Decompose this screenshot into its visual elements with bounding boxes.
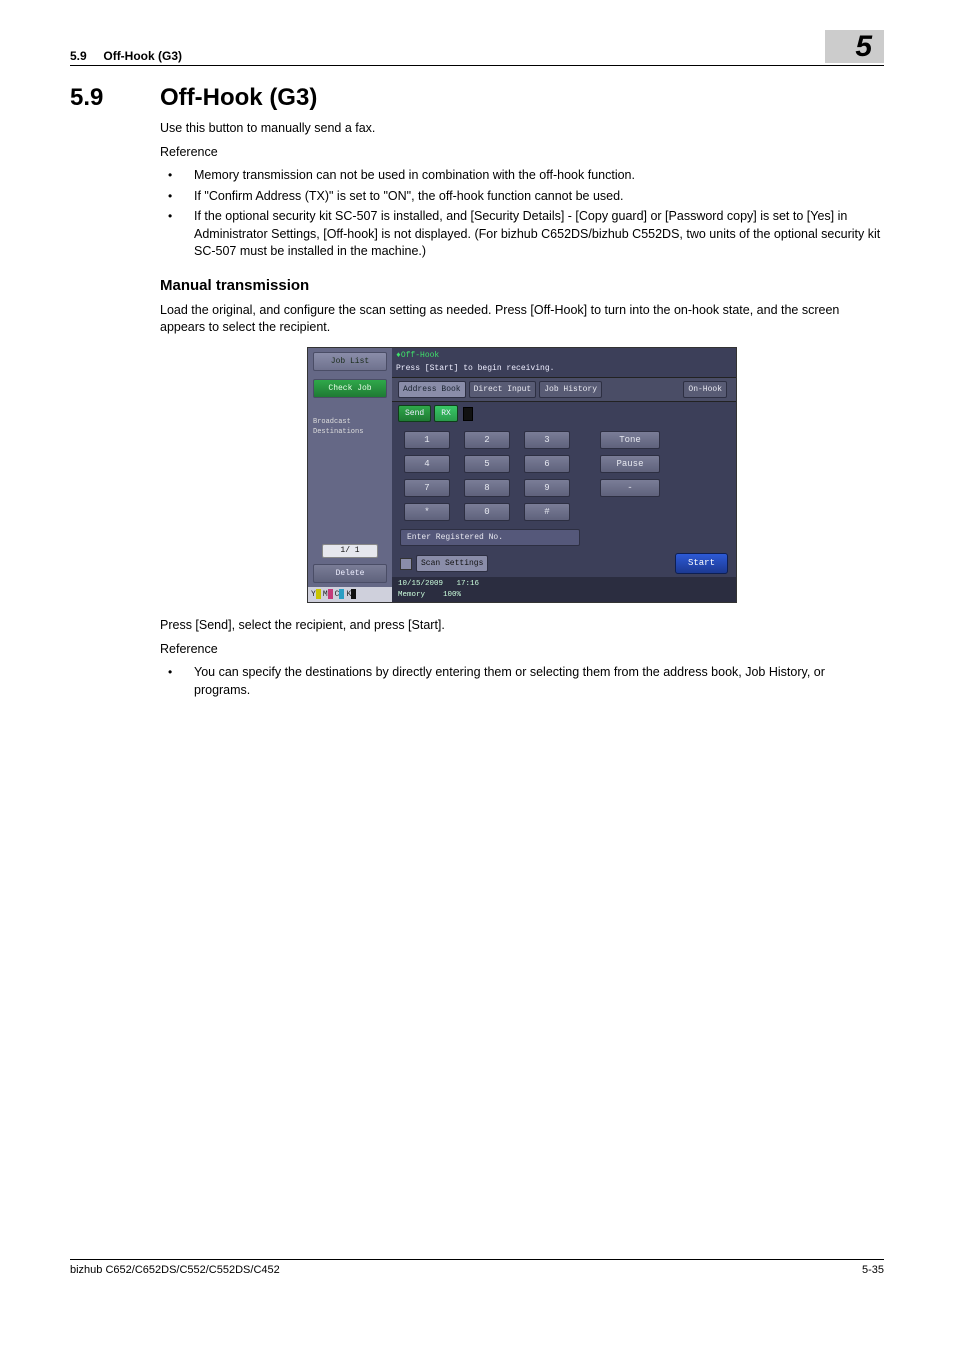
keypad-3[interactable]: 3: [524, 431, 570, 449]
keypad-4[interactable]: 4: [404, 455, 450, 473]
subheading-manual-transmission: Manual transmission: [160, 275, 884, 296]
reference-label-2: Reference: [160, 641, 884, 659]
rx-button[interactable]: RX: [434, 405, 458, 422]
scan-settings-icon: [400, 558, 412, 570]
section-heading: 5.9 Off-Hook (G3): [70, 84, 884, 112]
send-button[interactable]: Send: [398, 405, 431, 422]
ref1-item: If the optional security kit SC-507 is i…: [160, 208, 884, 261]
keypad: 1 2 3 4 5 6 7 8 9 * 0 # Tone: [392, 425, 736, 525]
keypad-9[interactable]: 9: [524, 479, 570, 497]
supply-levels: Y M C K: [308, 587, 392, 602]
ref1-item: Memory transmission can not be used in c…: [160, 167, 884, 185]
heading-title: Off-Hook (G3): [160, 84, 317, 112]
tone-button[interactable]: Tone: [600, 431, 660, 449]
check-job-button[interactable]: Check Job: [313, 379, 387, 398]
intro-text: Use this button to manually send a fax.: [160, 120, 884, 138]
keypad-star[interactable]: *: [404, 503, 450, 521]
keypad-5[interactable]: 5: [464, 455, 510, 473]
body-content: Use this button to manually send a fax. …: [160, 120, 884, 699]
keypad-8[interactable]: 8: [464, 479, 510, 497]
footer-right: 5-35: [862, 1264, 884, 1276]
keypad-hash[interactable]: #: [524, 503, 570, 521]
ref2-item: You can specify the destinations by dire…: [160, 664, 884, 699]
footer-left: bizhub C652/C652DS/C552/C552DS/C452: [70, 1264, 280, 1276]
start-button[interactable]: Start: [675, 553, 728, 574]
enter-registered-no[interactable]: Enter Registered No.: [400, 529, 580, 546]
tab-direct-input[interactable]: Direct Input: [469, 381, 537, 398]
dash-button[interactable]: -: [600, 479, 660, 497]
page-footer: bizhub C652/C652DS/C552/C552DS/C452 5-35: [70, 1259, 884, 1276]
keypad-0[interactable]: 0: [464, 503, 510, 521]
section-ref-top: 5.9 Off-Hook (G3): [70, 49, 182, 63]
on-hook-button[interactable]: On-Hook: [683, 381, 727, 398]
page-indicator: 1/ 1: [322, 544, 378, 557]
page-header: 5.9 Off-Hook (G3) 5: [70, 30, 884, 66]
post-shot-text: Press [Send], select the recipient, and …: [160, 617, 884, 635]
reference-list-2: You can specify the destinations by dire…: [160, 664, 884, 699]
scan-settings-button[interactable]: Scan Settings: [416, 555, 488, 572]
shot-main-panel: ♦Off-Hook Press [Start] to begin receivi…: [392, 348, 736, 603]
device-screenshot: Job List Check Job Broadcast Destination…: [307, 347, 737, 604]
section-num-top: 5.9: [70, 49, 87, 63]
sub1-text: Load the original, and configure the sca…: [160, 302, 884, 337]
ref1-item: If "Confirm Address (TX)" is set to "ON"…: [160, 188, 884, 206]
cursor-field[interactable]: [463, 407, 473, 421]
tab-job-history[interactable]: Job History: [539, 381, 602, 398]
tab-address-book[interactable]: Address Book: [398, 381, 466, 398]
status-bar: 10/15/2009 17:16 Memory 100%: [392, 577, 736, 602]
broadcast-label: Broadcast Destinations: [308, 416, 392, 440]
off-hook-title: ♦Off-Hook: [392, 348, 736, 363]
chapter-number: 5: [825, 30, 884, 63]
keypad-1[interactable]: 1: [404, 431, 450, 449]
job-list-button[interactable]: Job List: [313, 352, 387, 371]
pause-button[interactable]: Pause: [600, 455, 660, 473]
off-hook-msg: Press [Start] to begin receiving.: [392, 363, 736, 377]
keypad-7[interactable]: 7: [404, 479, 450, 497]
keypad-2[interactable]: 2: [464, 431, 510, 449]
heading-number: 5.9: [70, 84, 160, 112]
section-title-top: Off-Hook (G3): [103, 49, 182, 63]
delete-button[interactable]: Delete: [313, 564, 387, 583]
reference-label-1: Reference: [160, 144, 884, 162]
keypad-6[interactable]: 6: [524, 455, 570, 473]
reference-list-1: Memory transmission can not be used in c…: [160, 167, 884, 261]
shot-left-panel: Job List Check Job Broadcast Destination…: [308, 348, 392, 603]
